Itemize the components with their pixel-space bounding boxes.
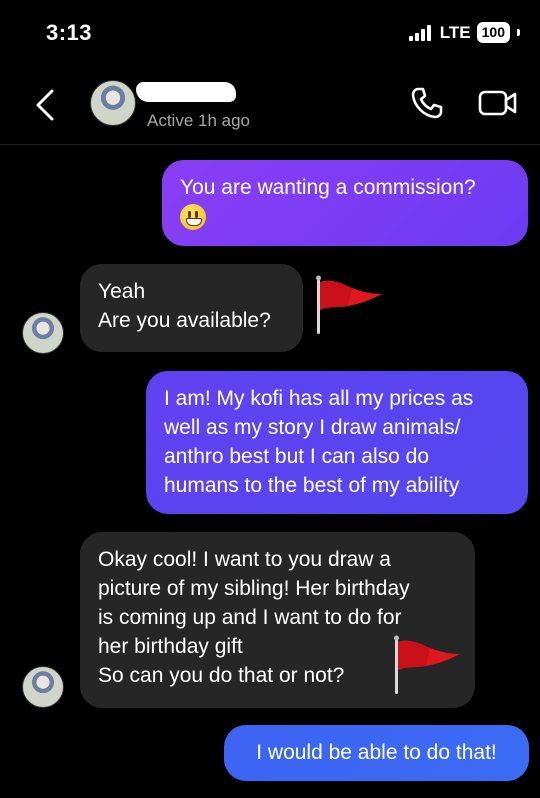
message-text: You are wanting a commission? bbox=[180, 176, 476, 199]
message-text: Yeah bbox=[98, 280, 146, 303]
status-indicators: LTE 100 bbox=[408, 22, 520, 43]
chat-screen: 3:13 LTE 100 Active 1h ago You are wanti… bbox=[0, 0, 540, 798]
sender-avatar[interactable] bbox=[22, 666, 64, 708]
contact-avatar[interactable] bbox=[90, 80, 136, 126]
battery-cap bbox=[517, 29, 520, 36]
chevron-left-icon[interactable] bbox=[30, 86, 62, 124]
message-text: I am! My kofi has all my prices as bbox=[164, 387, 474, 410]
active-status: Active 1h ago bbox=[147, 111, 251, 130]
message-text: is coming up and I want to do for bbox=[98, 606, 402, 629]
message-text: Are you available? bbox=[98, 309, 271, 332]
message-text: picture of my sibling! Her birthday bbox=[98, 577, 410, 600]
network-type: LTE bbox=[439, 22, 471, 42]
message-bubble-sent[interactable]: I would be able to do that! bbox=[224, 725, 529, 781]
message-text: Okay cool! I want to you draw a bbox=[98, 548, 391, 571]
signal-icon bbox=[408, 24, 431, 41]
message-bubble-sent[interactable]: You are wanting a commission? bbox=[162, 160, 528, 246]
message-text: humans to the best of my ability bbox=[164, 474, 460, 497]
sender-avatar[interactable] bbox=[22, 312, 64, 354]
status-time: 3:13 bbox=[46, 20, 93, 45]
chat-header: Active 1h ago bbox=[0, 66, 540, 145]
grinning-face-emoji bbox=[180, 204, 206, 231]
contact-name-redacted[interactable] bbox=[136, 82, 236, 102]
message-bubble-sent[interactable]: I am! My kofi has all my prices as well … bbox=[146, 371, 528, 514]
red-flag-icon bbox=[394, 635, 460, 694]
message-emoji-line bbox=[180, 202, 510, 231]
message-text: anthro best but I can also do bbox=[164, 445, 430, 468]
message-bubble-received[interactable]: Yeah Are you available? bbox=[80, 264, 303, 352]
status-bar: 3:13 LTE 100 bbox=[0, 0, 540, 66]
battery-icon: 100 bbox=[476, 22, 510, 43]
video-camera-icon[interactable] bbox=[478, 88, 518, 118]
red-flag-icon bbox=[316, 275, 382, 334]
phone-icon[interactable] bbox=[410, 86, 444, 120]
message-text: I would be able to do that! bbox=[256, 741, 497, 764]
message-text: well as my story I draw animals/ bbox=[164, 416, 461, 439]
